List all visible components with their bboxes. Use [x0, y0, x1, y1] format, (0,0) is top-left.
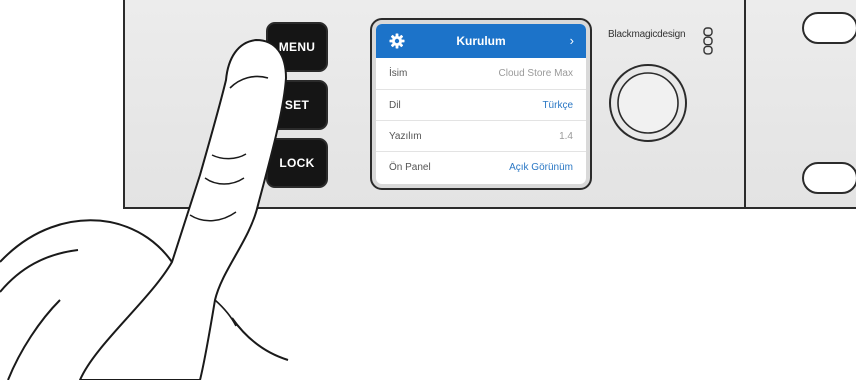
device-illustration: MENU SET LOCK Kurulum › İsim Cloud Store… — [0, 0, 856, 380]
pointing-hand — [0, 39, 289, 380]
